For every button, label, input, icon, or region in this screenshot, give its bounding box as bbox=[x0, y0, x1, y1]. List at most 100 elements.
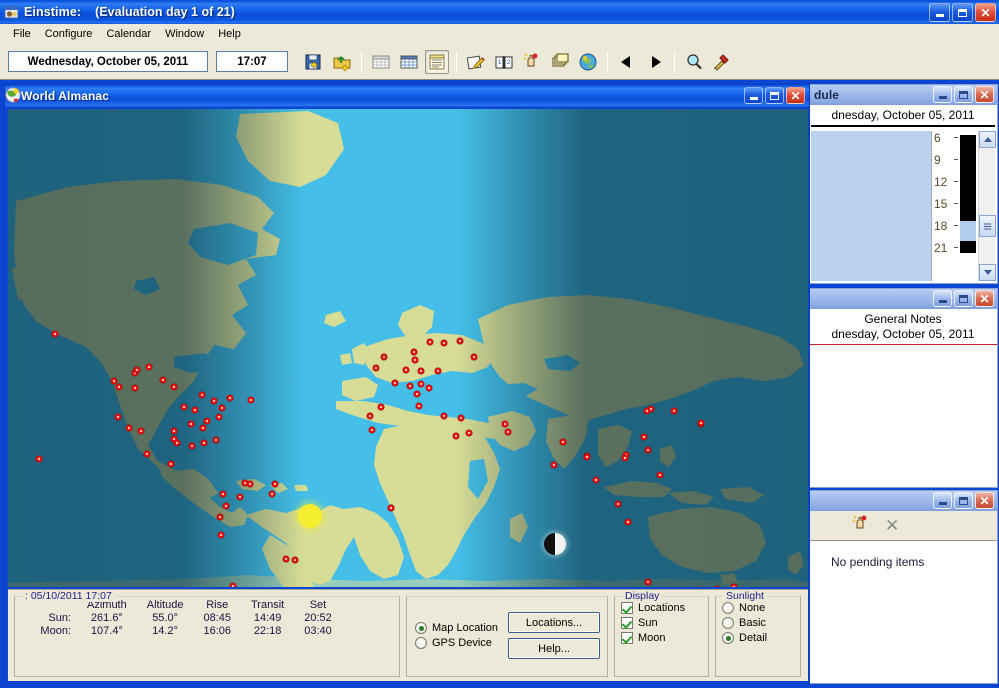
location-dot[interactable] bbox=[505, 429, 511, 435]
location-dot[interactable] bbox=[418, 368, 424, 374]
save-icon[interactable] bbox=[302, 50, 326, 74]
location-dot[interactable] bbox=[388, 505, 394, 511]
location-dot[interactable] bbox=[411, 349, 417, 355]
location-dot[interactable] bbox=[126, 425, 132, 431]
location-dot[interactable] bbox=[200, 425, 206, 431]
schedule-events-area[interactable] bbox=[811, 131, 939, 281]
scroll-down-button[interactable] bbox=[979, 264, 996, 281]
time-field[interactable]: 17:07 bbox=[216, 51, 288, 72]
minimize-button[interactable] bbox=[933, 290, 952, 307]
new-task-icon[interactable] bbox=[851, 514, 871, 537]
menu-item-calendar[interactable]: Calendar bbox=[99, 26, 158, 42]
checkbox-sun[interactable]: Sun bbox=[621, 617, 702, 629]
radio-gps-device[interactable]: GPS Device bbox=[415, 637, 498, 649]
location-dot[interactable] bbox=[168, 461, 174, 467]
location-dot[interactable] bbox=[134, 367, 140, 373]
delete-task-icon[interactable]: ✕ bbox=[885, 517, 899, 534]
location-dot[interactable] bbox=[213, 437, 219, 443]
location-dot[interactable] bbox=[416, 403, 422, 409]
location-dot[interactable] bbox=[714, 586, 720, 587]
close-button[interactable]: ✕ bbox=[975, 86, 994, 103]
location-dot[interactable] bbox=[426, 385, 432, 391]
checkbox-moon[interactable]: Moon bbox=[621, 632, 702, 644]
location-dot[interactable] bbox=[237, 494, 243, 500]
radio-sunlight-detail[interactable]: Detail bbox=[722, 632, 794, 644]
location-dot[interactable] bbox=[52, 331, 58, 337]
location-dot[interactable] bbox=[248, 397, 254, 403]
close-button[interactable]: ✕ bbox=[786, 87, 805, 104]
location-dot[interactable] bbox=[219, 405, 225, 411]
schedule-grid[interactable]: 6 9 12 15 18 21 bbox=[811, 131, 996, 281]
location-dot[interactable] bbox=[217, 514, 223, 520]
tools-icon[interactable] bbox=[710, 50, 734, 74]
location-dot[interactable] bbox=[458, 415, 464, 421]
location-dot[interactable] bbox=[181, 404, 187, 410]
location-dot[interactable] bbox=[466, 430, 472, 436]
minimize-button[interactable] bbox=[933, 492, 952, 509]
location-dot[interactable] bbox=[645, 447, 651, 453]
location-dot[interactable] bbox=[392, 380, 398, 386]
location-dot[interactable] bbox=[220, 491, 226, 497]
world-map[interactable] bbox=[8, 109, 808, 587]
close-button[interactable]: ✕ bbox=[975, 290, 994, 307]
location-dot[interactable] bbox=[453, 433, 459, 439]
location-dot[interactable] bbox=[216, 414, 222, 420]
print-icon[interactable] bbox=[548, 50, 572, 74]
calendar-icon[interactable] bbox=[397, 50, 421, 74]
location-dot[interactable] bbox=[115, 414, 121, 420]
minimize-button[interactable] bbox=[929, 3, 950, 22]
location-dot[interactable] bbox=[146, 364, 152, 370]
month-grid-icon[interactable] bbox=[369, 50, 393, 74]
next-icon[interactable] bbox=[643, 50, 667, 74]
location-dot[interactable] bbox=[625, 519, 631, 525]
location-dot[interactable] bbox=[441, 340, 447, 346]
location-dot[interactable] bbox=[138, 428, 144, 434]
menu-item-window[interactable]: Window bbox=[158, 26, 211, 42]
locations-button[interactable]: Locations... bbox=[508, 612, 601, 633]
book-icon[interactable]: 1 2 bbox=[492, 50, 516, 74]
location-dot[interactable] bbox=[671, 408, 677, 414]
location-dot[interactable] bbox=[171, 436, 177, 442]
location-dot[interactable] bbox=[171, 384, 177, 390]
location-dot[interactable] bbox=[230, 583, 236, 587]
close-button[interactable]: ✕ bbox=[975, 3, 996, 22]
maximize-button[interactable] bbox=[765, 87, 784, 104]
location-dot[interactable] bbox=[367, 413, 373, 419]
location-dot[interactable] bbox=[211, 398, 217, 404]
world-almanac-icon[interactable] bbox=[576, 50, 600, 74]
location-dot[interactable] bbox=[199, 392, 205, 398]
location-dot[interactable] bbox=[622, 455, 628, 461]
location-dot[interactable] bbox=[502, 421, 508, 427]
minimize-button[interactable] bbox=[933, 86, 952, 103]
radio-map-location[interactable]: Map Location bbox=[415, 622, 498, 634]
notes-body[interactable]: General Notes dnesday, October 05, 2011 bbox=[809, 309, 997, 487]
location-dot[interactable] bbox=[269, 491, 275, 497]
location-dot[interactable] bbox=[698, 420, 704, 426]
radio-sunlight-none[interactable]: None bbox=[722, 602, 794, 614]
location-dot[interactable] bbox=[204, 418, 210, 424]
close-button[interactable]: ✕ bbox=[975, 492, 994, 509]
location-dot[interactable] bbox=[551, 462, 557, 468]
location-dot[interactable] bbox=[116, 384, 122, 390]
location-dot[interactable] bbox=[36, 456, 42, 462]
location-dot[interactable] bbox=[171, 428, 177, 434]
location-dot[interactable] bbox=[283, 556, 289, 562]
location-dot[interactable] bbox=[435, 368, 441, 374]
tasks-list[interactable]: No pending items bbox=[809, 541, 997, 683]
minimize-button[interactable] bbox=[744, 87, 763, 104]
location-dot[interactable] bbox=[584, 454, 590, 460]
location-dot[interactable] bbox=[292, 557, 298, 563]
location-dot[interactable] bbox=[189, 443, 195, 449]
location-dot[interactable] bbox=[144, 451, 150, 457]
maximize-button[interactable] bbox=[954, 290, 973, 307]
location-dot[interactable] bbox=[223, 503, 229, 509]
location-dot[interactable] bbox=[227, 395, 233, 401]
location-dot[interactable] bbox=[378, 404, 384, 410]
location-dot[interactable] bbox=[160, 377, 166, 383]
checkbox-locations[interactable]: Locations bbox=[621, 602, 702, 614]
location-dot[interactable] bbox=[560, 439, 566, 445]
location-dot[interactable] bbox=[132, 385, 138, 391]
schedule-scrollbar[interactable] bbox=[978, 131, 996, 281]
prev-icon[interactable] bbox=[615, 50, 639, 74]
menu-item-file[interactable]: File bbox=[6, 26, 38, 42]
